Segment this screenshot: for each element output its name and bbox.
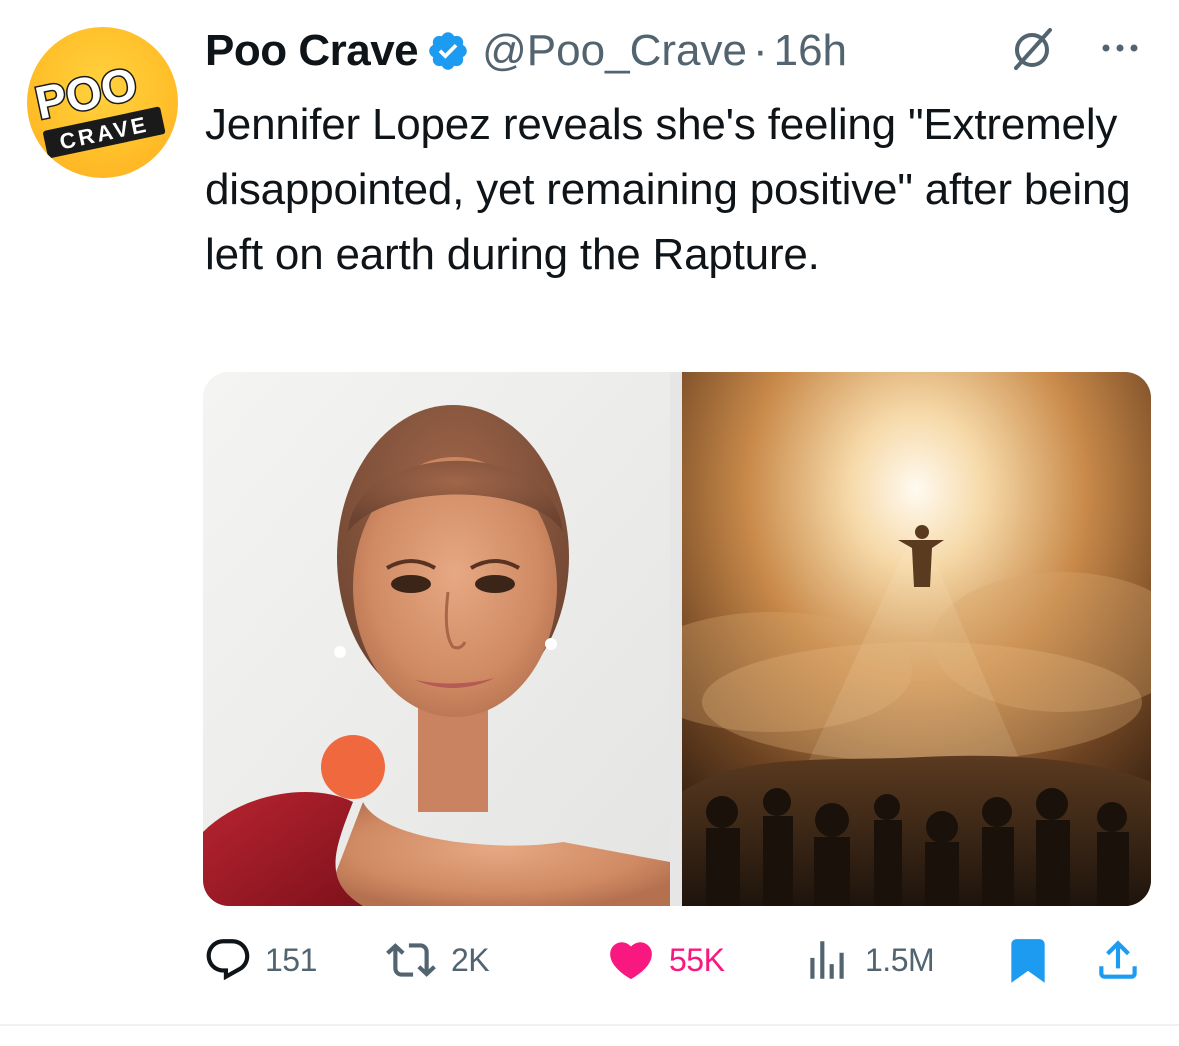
like-count: 55K <box>669 941 725 978</box>
views-button[interactable]: 1.5M <box>801 932 935 988</box>
bookmark-button[interactable] <box>1003 932 1053 988</box>
share-button[interactable] <box>1093 932 1143 988</box>
bookmark-icon <box>1011 939 1045 983</box>
repost-count: 2K <box>451 941 490 978</box>
media-grid[interactable] <box>203 372 1151 906</box>
timestamp[interactable]: 16h <box>774 26 847 76</box>
media-image-portrait[interactable] <box>203 372 670 906</box>
tweet-actions: 151 2K 55K 1.5M <box>203 932 1151 988</box>
repost-icon <box>386 943 436 977</box>
verified-badge-icon[interactable] <box>426 29 470 73</box>
reply-button[interactable]: 151 <box>203 932 317 988</box>
divider <box>0 1024 1179 1026</box>
grok-icon[interactable] <box>1008 24 1058 74</box>
share-icon <box>1099 940 1137 979</box>
repost-button[interactable]: 2K <box>383 932 490 988</box>
more-icon[interactable] <box>1098 36 1142 60</box>
poo-crave-logo: POO CRAVE <box>29 56 166 159</box>
reply-icon <box>206 939 250 981</box>
like-icon <box>610 942 652 980</box>
separator-dot: · <box>752 26 768 75</box>
tweet-header: Poo Crave @Poo_Crave · 16h <box>205 20 847 82</box>
like-button[interactable]: 55K <box>605 932 725 988</box>
views-count: 1.5M <box>865 941 935 978</box>
tweet-text: Jennifer Lopez reveals she's feeling "Ex… <box>205 100 1131 279</box>
media-image-rapture[interactable] <box>682 372 1151 906</box>
views-icon <box>810 941 844 979</box>
handle[interactable]: @Poo_Crave <box>482 26 747 76</box>
display-name[interactable]: Poo Crave <box>205 26 419 76</box>
avatar[interactable]: POO CRAVE <box>27 27 178 178</box>
reply-count: 151 <box>265 941 317 978</box>
